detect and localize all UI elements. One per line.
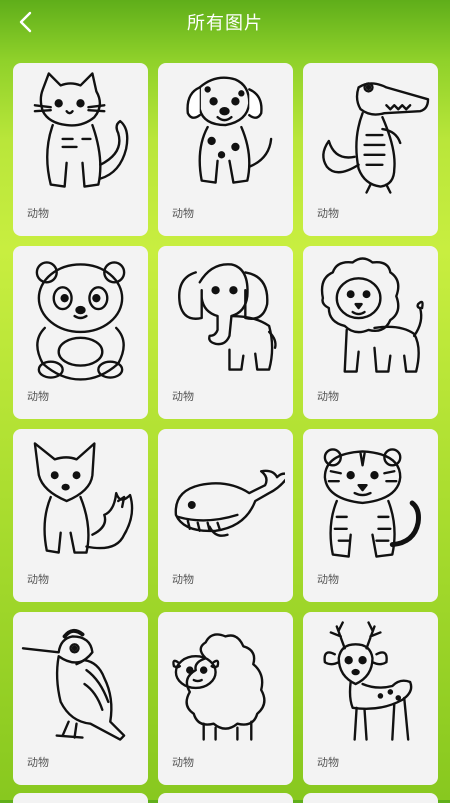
elephant-drawing — [178, 263, 277, 371]
page-title: 所有图片 — [187, 13, 263, 34]
card-category-label: 动物 — [172, 390, 194, 403]
image-card[interactable]: 动物 — [13, 246, 148, 419]
deer-drawing — [323, 621, 413, 741]
next-row-card-peek — [158, 793, 293, 803]
card-category-label: 动物 — [172, 573, 194, 586]
whale-drawing — [174, 469, 285, 537]
image-card[interactable]: 动物 — [303, 429, 438, 602]
image-card[interactable]: 动物 — [13, 429, 148, 602]
image-card[interactable]: 动物 — [158, 63, 293, 236]
card-category-label: 动物 — [172, 207, 194, 220]
image-card[interactable]: 动物 — [303, 246, 438, 419]
back-arrow-icon[interactable] — [12, 8, 40, 36]
image-card[interactable]: 动物 — [158, 612, 293, 785]
fox-drawing — [33, 442, 134, 554]
image-card[interactable]: 动物 — [303, 612, 438, 785]
card-category-label: 动物 — [27, 756, 49, 769]
card-category-label: 动物 — [317, 207, 339, 220]
woodpecker-drawing — [21, 628, 126, 741]
card-category-label: 动物 — [172, 756, 194, 769]
next-row-card-peek — [303, 793, 438, 803]
tiger-drawing — [323, 448, 421, 558]
image-card[interactable]: 动物 — [158, 429, 293, 602]
image-card[interactable]: 动物 — [303, 63, 438, 236]
image-grid: 动物 动物 动物 动物 动物 动物 动物 动物 动物 动物 动物 动物 — [13, 63, 438, 785]
crocodile-drawing — [322, 82, 430, 194]
card-category-label: 动物 — [27, 573, 49, 586]
cat-drawing — [33, 72, 129, 188]
panda-drawing — [35, 261, 126, 381]
top-bar: 所有图片 — [0, 0, 450, 44]
image-card[interactable]: 动物 — [13, 612, 148, 785]
card-category-label: 动物 — [317, 390, 339, 403]
lion-drawing — [320, 257, 424, 373]
card-category-label: 动物 — [27, 390, 49, 403]
card-category-label: 动物 — [317, 756, 339, 769]
next-row-card-peek — [13, 793, 148, 803]
card-category-label: 动物 — [27, 207, 49, 220]
sheep-drawing — [172, 633, 266, 741]
card-category-label: 动物 — [317, 573, 339, 586]
image-card[interactable]: 动物 — [13, 63, 148, 236]
dalmatian-dog-drawing — [186, 76, 273, 184]
image-card[interactable]: 动物 — [158, 246, 293, 419]
